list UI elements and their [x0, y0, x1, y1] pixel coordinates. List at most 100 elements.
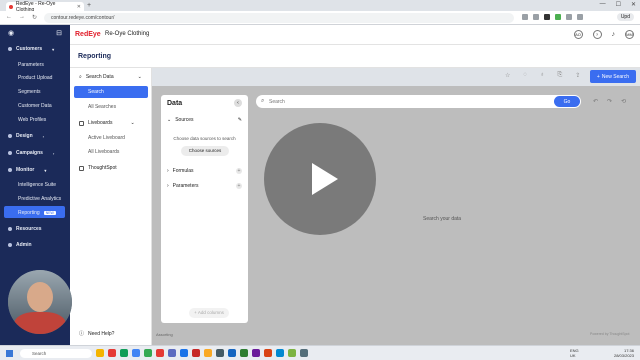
- sidebar-item-search[interactable]: Search: [74, 86, 148, 98]
- app-icon[interactable]: [180, 349, 188, 357]
- formulas-section[interactable]: › Formulas +: [167, 168, 242, 174]
- collapse-nav-icon[interactable]: ⊟: [56, 29, 62, 37]
- mic-icon[interactable]: ♁: [540, 72, 545, 79]
- redeye-logo[interactable]: RedEye: [75, 31, 101, 38]
- nav-intelligence-suite[interactable]: Intelligence Suite: [18, 182, 56, 188]
- chevron-down-icon: ⌄: [167, 117, 172, 123]
- new-search-button[interactable]: + New Search: [590, 70, 636, 83]
- need-help-link[interactable]: ⓘ Need Help?: [79, 330, 114, 338]
- new-tab-icon[interactable]: +: [87, 2, 91, 9]
- taskbar-apps: [96, 349, 308, 357]
- video-play-button[interactable]: [264, 123, 376, 235]
- webcam-overlay: [8, 270, 72, 334]
- app-icon[interactable]: [144, 349, 152, 357]
- nav-customers[interactable]: Customers ▾: [8, 46, 54, 52]
- add-parameter-icon[interactable]: +: [236, 183, 242, 189]
- system-clock[interactable]: 17:36 28/03/2023: [614, 348, 634, 358]
- undo-icon[interactable]: ↶: [593, 98, 598, 105]
- sidebar-item-active-liveboard[interactable]: Active Liveboard: [88, 135, 125, 141]
- nav-admin[interactable]: Admin: [8, 242, 32, 248]
- pin-icon[interactable]: ✎: [238, 117, 242, 123]
- teams-icon[interactable]: [252, 349, 260, 357]
- language-indicator[interactable]: ENG UK: [570, 348, 579, 358]
- windows-start-icon[interactable]: [6, 350, 13, 357]
- account-avatar[interactable]: AO: [573, 30, 583, 39]
- extension-icon[interactable]: [577, 14, 583, 20]
- parameters-section[interactable]: › Parameters +: [167, 183, 242, 189]
- page-header: Reporting: [70, 45, 640, 68]
- nav-resources[interactable]: Resources: [8, 226, 42, 232]
- plus-icon: +: [596, 73, 600, 80]
- taskbar-search[interactable]: Search: [20, 349, 92, 358]
- user-avatar[interactable]: MM: [625, 30, 634, 39]
- nav-monitor[interactable]: Monitor ▾: [8, 167, 46, 173]
- nav-reporting[interactable]: Reporting NEW: [18, 210, 56, 216]
- nav-campaigns[interactable]: Campaigns ›: [8, 150, 54, 156]
- word-icon[interactable]: [228, 349, 236, 357]
- excel-icon[interactable]: [240, 349, 248, 357]
- extension-icon[interactable]: [544, 14, 550, 20]
- app-icon[interactable]: [216, 349, 224, 357]
- extension-icon[interactable]: [522, 14, 528, 20]
- add-columns-button[interactable]: + Add columns: [189, 308, 229, 318]
- back-icon[interactable]: ←: [6, 14, 12, 21]
- share-icon[interactable]: ⇪: [575, 72, 580, 79]
- nav-parameters[interactable]: Parameters: [18, 62, 44, 68]
- file-explorer-icon[interactable]: [96, 349, 104, 357]
- add-formula-icon[interactable]: +: [236, 168, 242, 174]
- sidebar-item-all-searches[interactable]: All Searches: [88, 104, 116, 110]
- outlook-icon[interactable]: [276, 349, 284, 357]
- sidebar-item-all-liveboards[interactable]: All Liveboards: [88, 149, 119, 155]
- nav-customer-data[interactable]: Customer Data: [18, 103, 52, 109]
- collapse-panel-icon[interactable]: ‹: [234, 99, 242, 107]
- settings-icon[interactable]: ◌: [523, 72, 527, 79]
- liveboards-dropdown[interactable]: Liveboards ⌄: [79, 120, 135, 126]
- nav-web-profiles[interactable]: Web Profiles: [18, 117, 46, 123]
- monitor-icon: [8, 168, 12, 172]
- app-icon[interactable]: [192, 349, 200, 357]
- app-icon[interactable]: [204, 349, 212, 357]
- app-icon[interactable]: [288, 349, 296, 357]
- extension-icon[interactable]: [566, 14, 572, 20]
- extension-icon[interactable]: [533, 14, 539, 20]
- url-field[interactable]: contour.redeye.com/contour/: [44, 13, 514, 23]
- help-icon[interactable]: ?: [592, 30, 602, 39]
- redo-icon[interactable]: ↷: [607, 98, 612, 105]
- choose-sources-button[interactable]: Choose sources: [181, 146, 229, 156]
- reset-icon[interactable]: ⟲: [621, 98, 626, 105]
- reload-icon[interactable]: ↻: [32, 14, 37, 21]
- maximize-icon[interactable]: ☐: [616, 1, 621, 8]
- sidebar-item-thoughtspot[interactable]: ThoughtSpot: [79, 165, 117, 171]
- extension-icon[interactable]: [555, 14, 561, 20]
- app-icon[interactable]: [120, 349, 128, 357]
- copy-icon[interactable]: ⎘: [557, 72, 562, 79]
- extension-icons: [522, 14, 583, 20]
- chevron-down-icon: ▾: [44, 167, 47, 173]
- app-icon[interactable]: [156, 349, 164, 357]
- star-icon[interactable]: ☆: [505, 72, 510, 79]
- search-data-dropdown[interactable]: ⌕ Search Data ⌄: [79, 74, 142, 80]
- nav-label: Resources: [16, 226, 42, 232]
- powerpoint-icon[interactable]: [264, 349, 272, 357]
- sources-section[interactable]: ⌄ Sources ✎: [167, 117, 242, 123]
- close-window-icon[interactable]: ✕: [631, 1, 636, 8]
- app-icon[interactable]: [300, 349, 308, 357]
- close-tab-icon[interactable]: ✕: [77, 4, 81, 10]
- minimize-icon[interactable]: —: [600, 1, 606, 8]
- nav-product-upload[interactable]: Product Upload: [18, 75, 52, 81]
- go-button[interactable]: Go: [554, 96, 580, 107]
- redeye-favicon-icon: [9, 4, 13, 9]
- app-icon[interactable]: [108, 349, 116, 357]
- nav-segments[interactable]: Segments: [18, 89, 41, 95]
- liveboard-icon: [79, 120, 84, 126]
- nav-design[interactable]: Design ›: [8, 133, 44, 139]
- page-title: Reporting: [78, 53, 112, 60]
- nav-predictive-analytics[interactable]: Predictive Analytics: [18, 196, 61, 202]
- search-input[interactable]: [269, 97, 549, 106]
- browser-profile-button[interactable]: Upd: [616, 13, 634, 21]
- bell-icon[interactable]: ♪: [612, 31, 616, 38]
- browser-tab[interactable]: RedEye - Re-Oye Clothing ✕: [6, 1, 84, 13]
- forward-icon[interactable]: →: [19, 14, 25, 21]
- app-icon[interactable]: [168, 349, 176, 357]
- chrome-icon[interactable]: [132, 349, 140, 357]
